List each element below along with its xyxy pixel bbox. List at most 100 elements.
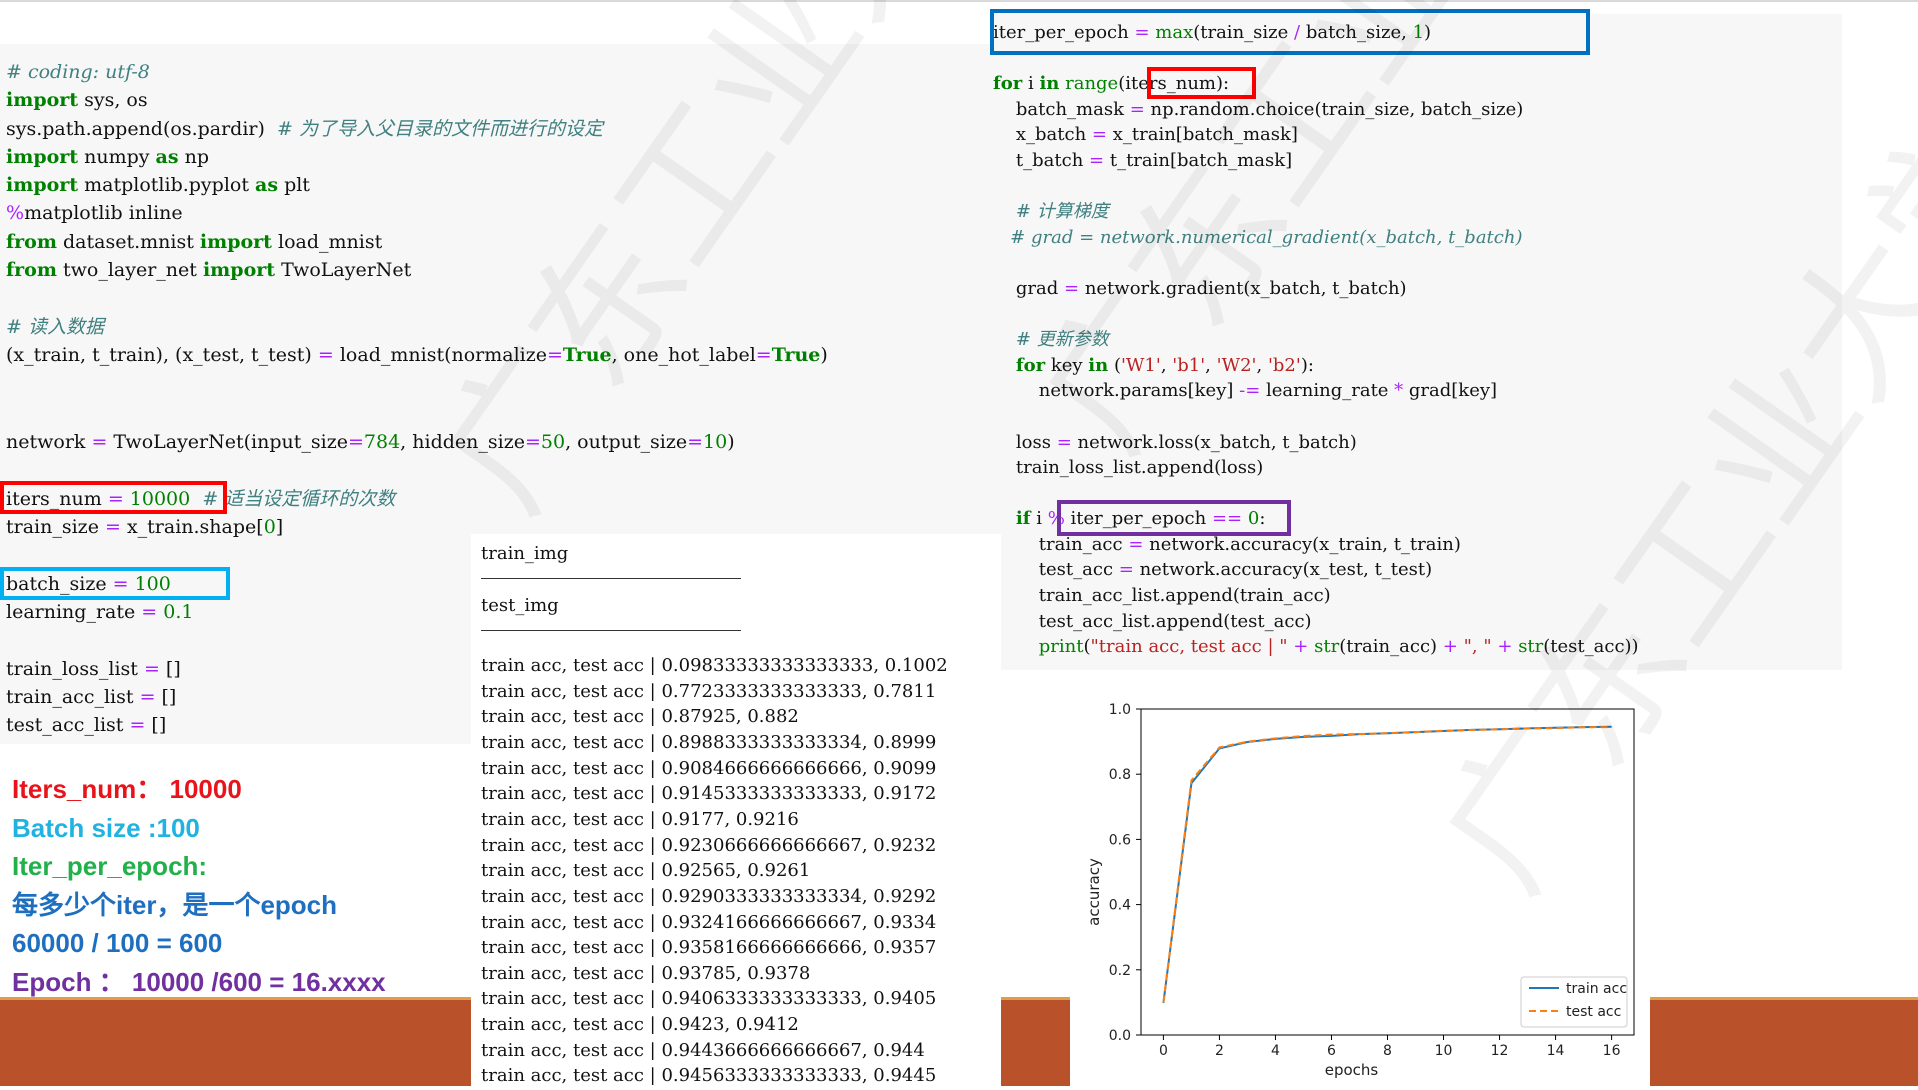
output-row: train acc, test acc | 0.9324166666666667… [481,911,937,933]
code-token: (train_acc) [1339,636,1443,658]
code-line: train_size = x_train.shape[0] [6,513,395,541]
output-row: train acc, test acc | 0.9406333333333333… [481,988,937,1010]
iters-num-highlight [0,481,227,514]
annotation-note: Batch size :100 [12,812,200,843]
code-token: , hidden_size [400,431,525,453]
code-token: , [1205,354,1217,376]
code-token: matplotlib.pyplot [78,174,256,197]
x-tick-label: 0 [1159,1043,1168,1059]
code-token: sys.path.append(os.pardir) [6,117,278,140]
code-line: x_batch = x_train[batch_mask] [993,122,1639,148]
y-tick-label: 0.6 [1109,832,1131,848]
code-token: if [1015,508,1031,530]
training-loop-code-block: iter_per_epoch = max(train_size / batch_… [993,20,1639,660]
code-token: grad [993,277,1064,299]
output-row: train acc, test acc | 0.9290333333333334… [481,885,937,907]
y-tick-label: 0.0 [1109,1028,1131,1044]
code-line: test_acc = network.accuracy(x_test, t_te… [993,557,1639,583]
output-row: train acc, test acc | 0.9084666666666666… [481,757,937,779]
code-line: loss = network.loss(x_batch, t_batch) [993,430,1639,456]
code-token: # 计算梯度 [1015,201,1109,223]
code-token: plt [278,174,310,197]
code-token: = [317,343,334,366]
output-row: train acc, test acc | 0.87925, 0.882 [481,706,799,728]
code-token: print [1038,636,1084,658]
x-tick-label: 8 [1383,1043,1392,1059]
code-line: # 读入数据 [6,313,990,341]
top-divider [0,0,1918,2]
code-token: # coding: utf-8 [6,61,150,83]
code-token: = [347,431,364,453]
output-row: train acc, test acc | 0.9423, 0.9412 [481,1014,799,1036]
output-row: train acc, test acc | 0.0983333333333333… [481,655,948,676]
code-line: (x_train, t_train), (x_test, t_test) = l… [6,341,990,369]
code-token: = [1056,431,1072,453]
code-line: import matplotlib.pyplot as plt [6,171,990,199]
code-token: train_loss_list [6,657,144,680]
x-tick-label: 12 [1491,1043,1509,1059]
code-token: from [6,259,57,282]
output-row: train acc, test acc | 0.9443666666666667… [481,1039,925,1061]
code-line: network.params[key] -= learning_rate * g… [993,378,1639,404]
code-token: in [1088,354,1109,376]
code-line: import numpy as np [6,143,990,171]
network-code-line: network = TwoLayerNet(input_size=784, hi… [6,428,735,456]
code-token: learning_rate [1260,380,1395,402]
code-line: test_acc_list = [] [6,711,395,739]
code-token: learning_rate [6,601,142,624]
code-line: t_batch = t_train[batch_mask] [993,148,1639,174]
code-token: range [1065,73,1119,95]
output-row: train acc, test acc | 0.9456333333333333… [481,1065,937,1087]
code-line: network = TwoLayerNet(input_size=784, hi… [6,428,735,456]
code-line: from two_layer_net import TwoLayerNet [6,256,990,284]
code-token: # 更新参数 [1015,329,1109,351]
output-rows: train_img test_img train acc, test acc | 0… [471,534,1001,1086]
code-token: ", " [1463,636,1492,658]
code-token: import [6,145,79,168]
code-token: TwoLayerNet [275,259,412,282]
code-token: = [143,657,160,680]
code-token: = [547,343,563,366]
code-token: # 为了导入父目录的文件而进行的设定 [277,117,603,140]
x-tick-label: 4 [1271,1043,1280,1059]
code-line: # 更新参数 [993,327,1639,353]
code-line: for key in ('W1', 'b1', 'W2', 'b2'): [993,353,1639,379]
code-token: batch_mask [993,98,1130,120]
code-token: as [155,145,179,168]
code-token: + [1442,636,1458,658]
x-tick-label: 16 [1603,1043,1621,1059]
code-token: from [6,230,57,253]
code-token: train_size [6,516,105,539]
code-token: i [1030,508,1048,530]
code-token: load_mnist [271,230,383,253]
code-token: network.gradient(x_batch, t_batch) [1079,277,1407,299]
code-token: = [1064,277,1080,299]
code-token: test_acc_list [6,714,130,737]
code-token: = [104,516,121,539]
code-token: "train acc, test acc | " [1090,636,1288,658]
code-token: import [6,174,79,197]
code-token: np [178,145,210,168]
output-header-train-img: train_img [481,543,569,564]
code-token: = [524,431,541,453]
code-token: i [1022,73,1040,95]
code-token: load_mnist(normalize [333,343,547,366]
annotation-notes: Iters_num： 10000 Batch size :100 Iter_per_… [12,770,386,1001]
y-tick-label: 1.0 [1109,702,1131,718]
code-token: = [91,431,108,453]
code-token: two_layer_net [56,259,203,282]
code-line: # grad = network.numerical_gradient(x_ba… [993,225,1639,251]
code-token: , [1160,354,1173,376]
annotation-note: Iter_per_epoch: [12,851,208,881]
code-token: * [1394,380,1404,402]
code-token: train_loss_list.append(loss) [993,457,1264,479]
code-token: ) [727,431,735,453]
code-token: = [687,431,703,453]
code-token: numpy [78,145,156,168]
x-axis-label: epochs [1325,1061,1379,1079]
x-tick-label: 6 [1327,1043,1336,1059]
